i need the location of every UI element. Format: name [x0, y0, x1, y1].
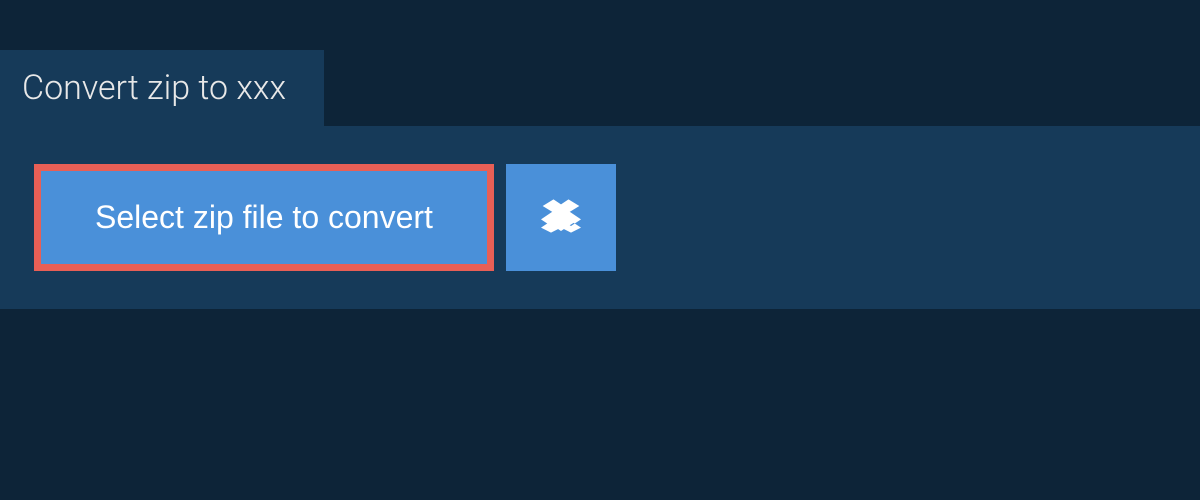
button-row: Select zip file to convert: [34, 164, 1166, 271]
dropbox-icon: [541, 196, 581, 239]
converter-panel: Select zip file to convert: [0, 126, 1200, 309]
highlight-outline: Select zip file to convert: [34, 164, 494, 271]
select-file-label: Select zip file to convert: [95, 199, 433, 236]
tab-convert[interactable]: Convert zip to xxx: [0, 50, 324, 126]
dropbox-button[interactable]: [506, 164, 616, 271]
tab-title: Convert zip to xxx: [22, 68, 286, 108]
tab-bar: Convert zip to xxx: [0, 0, 1200, 126]
select-file-button[interactable]: Select zip file to convert: [41, 171, 487, 264]
